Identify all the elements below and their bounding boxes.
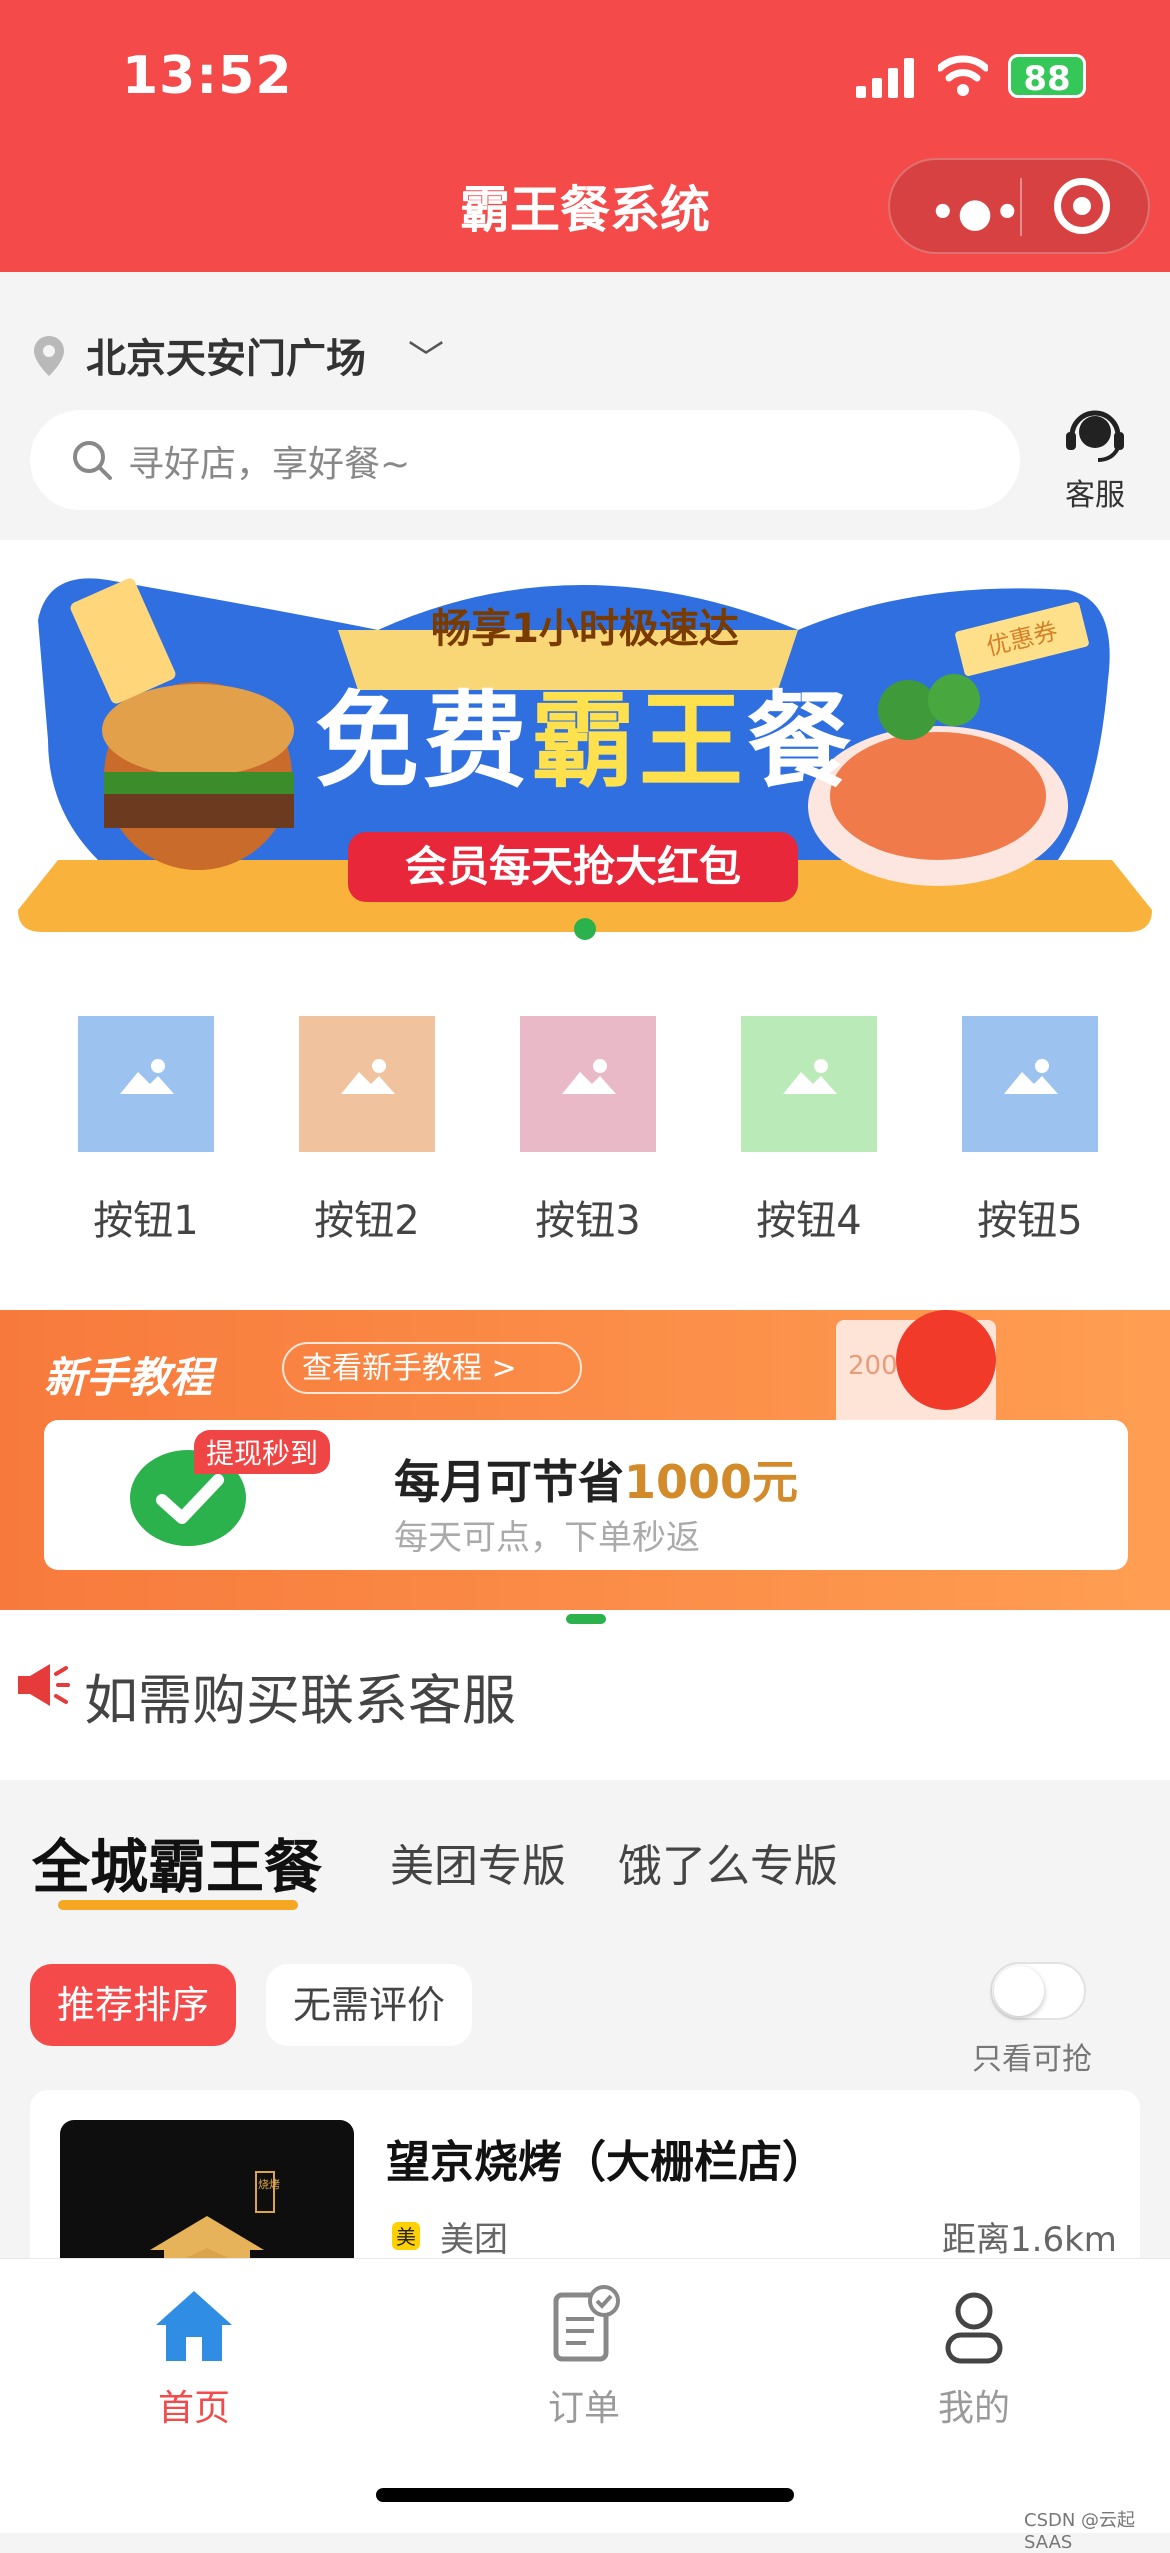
search-icon [73,441,112,480]
banner-headline-b: 霸王 [530,680,747,802]
mini-program-capsule: •●• [888,158,1150,254]
shop-name: 望京烧烤（大栅栏店） [386,2137,826,2188]
banner-sub-button[interactable]: 会员每天抢大红包 [348,832,798,902]
tabbar-item-home[interactable]: 首页 [114,2283,274,2431]
banner-headline-c: 餐 [747,680,856,802]
gift-box-label: 200 [848,1351,898,1381]
watermark: CSDN @云起SAAS [1024,2510,1136,2553]
banner-headline: 免费霸王餐 [18,656,1152,807]
available-only-toggle[interactable] [990,1962,1086,2020]
tutorial-title: 新手教程 [44,1353,213,1402]
meituan-icon: 美 [392,2222,420,2250]
home-icon [156,2291,232,2361]
savings-headline: 每月可节省1000元 [394,1446,798,1512]
tab-underline [58,1900,298,1910]
banner-top-text: 畅享1小时极速达 [431,606,739,652]
grid-button-1[interactable]: 按钮1 [76,1016,216,1246]
savings-card: 提现秒到 每月可节省1000元 每天可点，下单秒返 [44,1420,1128,1570]
carousel-indicator [574,918,596,940]
profile-icon [945,2292,1003,2364]
tabbar-item-order[interactable]: 订单 [504,2283,664,2431]
search-bar[interactable]: 寻好店，享好餐~ [30,410,1020,510]
savings-amount: 1000元 [624,1455,799,1509]
capsule-divider [1020,178,1022,236]
shop-logo-badge: 烧烤 [258,2177,280,2191]
tutorial-indicator [566,1614,606,1624]
service-label: 客服 [1065,478,1125,513]
shop-platform: 美团 [440,2220,508,2260]
top-bar: 13:52 88 霸王餐系统 •●• [0,0,1170,272]
headset-icon [1066,410,1124,462]
status-time: 13:52 [122,46,293,106]
tab-all-city[interactable]: 全城霸王餐 [32,1820,322,1904]
image-placeholder-icon [520,1016,656,1152]
savings-headline-text: 每月可节省 [394,1455,624,1509]
shop-distance: 距离1.6km [942,2220,1117,2260]
tutorial-banner[interactable]: 新手教程 查看新手教程 > 200 提现秒到 每月可节省1000元 每天可点，下… [0,1310,1170,1610]
filter-no-review[interactable]: 无需评价 [266,1964,472,2046]
signal-icon [856,58,914,98]
image-placeholder-icon [741,1016,877,1152]
home-indicator[interactable] [376,2488,794,2502]
grid-button-label: 按钮4 [756,1198,862,1244]
grid-button-5[interactable]: 按钮5 [960,1016,1100,1246]
close-target-icon[interactable] [1054,178,1110,234]
tab-eleme[interactable]: 饿了么专版 [618,1830,838,1894]
image-placeholder-icon [78,1016,214,1152]
promo-banner[interactable]: 优惠券 畅享1小时极速达 免费霸王餐 会员每天抢大红包 [18,560,1152,938]
view-tutorial-button[interactable]: 查看新手教程 > [282,1342,582,1394]
battery-indicator: 88 [1008,54,1086,99]
chevron-down-icon[interactable]: ﹀ [408,330,444,382]
location-name[interactable]: 北京天安门广场 [86,326,366,384]
tabbar-item-profile[interactable]: 我的 [894,2283,1054,2431]
toggle-label: 只看可抢 [972,2042,1092,2077]
image-placeholder-icon [299,1016,435,1152]
toggle-knob [994,1966,1044,2016]
grid-button-label: 按钮3 [535,1198,641,1244]
gift-box-decoration: 200 [836,1310,996,1430]
savings-subtext: 每天可点，下单秒返 [394,1518,700,1558]
megaphone-icon [18,1664,70,1706]
location-pin-icon [34,336,64,376]
tab-meituan[interactable]: 美团专版 [390,1830,566,1894]
grid-button-2[interactable]: 按钮2 [297,1016,437,1246]
customer-service-button[interactable]: 客服 [1050,402,1140,514]
more-icon[interactable]: •●• [930,190,1022,236]
tutorial-guide-label: 查看新手教程 > [302,1351,517,1386]
grid-button-label: 按钮1 [93,1198,199,1244]
notice-text: 如需购买联系客服 [84,1669,516,1732]
svg-text:美: 美 [396,2225,416,2249]
filter-recommended[interactable]: 推荐排序 [30,1964,236,2046]
wifi-icon [938,55,988,96]
order-icon [553,2285,620,2362]
grid-button-label: 按钮5 [977,1198,1083,1244]
grid-button-3[interactable]: 按钮3 [518,1016,658,1246]
image-placeholder-icon [962,1016,1098,1152]
tabbar-label-profile: 我的 [937,2388,1010,2429]
grid-button-4[interactable]: 按钮4 [739,1016,879,1246]
banner-headline-a: 免费 [314,680,531,802]
withdraw-tag: 提现秒到 [194,1430,331,1474]
tabbar-label-home: 首页 [157,2388,230,2429]
tabbar-label-order: 订单 [547,2388,620,2429]
grid-button-label: 按钮2 [314,1198,420,1244]
search-input[interactable]: 寻好店，享好餐~ [128,435,410,487]
